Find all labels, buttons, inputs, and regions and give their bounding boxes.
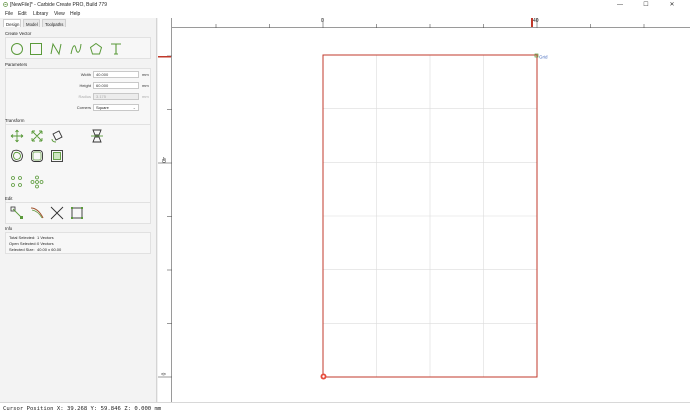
stock-drawing: Grid xyxy=(158,18,548,380)
origin-marker-center xyxy=(322,375,325,378)
ruler-marker-top xyxy=(531,18,533,27)
cursor-position: Cursor Position X: 39.268 Y: 59.846 Z: 0… xyxy=(3,406,162,412)
status-bar: Cursor Position X: 39.268 Y: 59.846 Z: 0… xyxy=(0,402,690,414)
grid-label: Grid xyxy=(539,55,548,60)
ruler-marker-left xyxy=(158,56,171,58)
